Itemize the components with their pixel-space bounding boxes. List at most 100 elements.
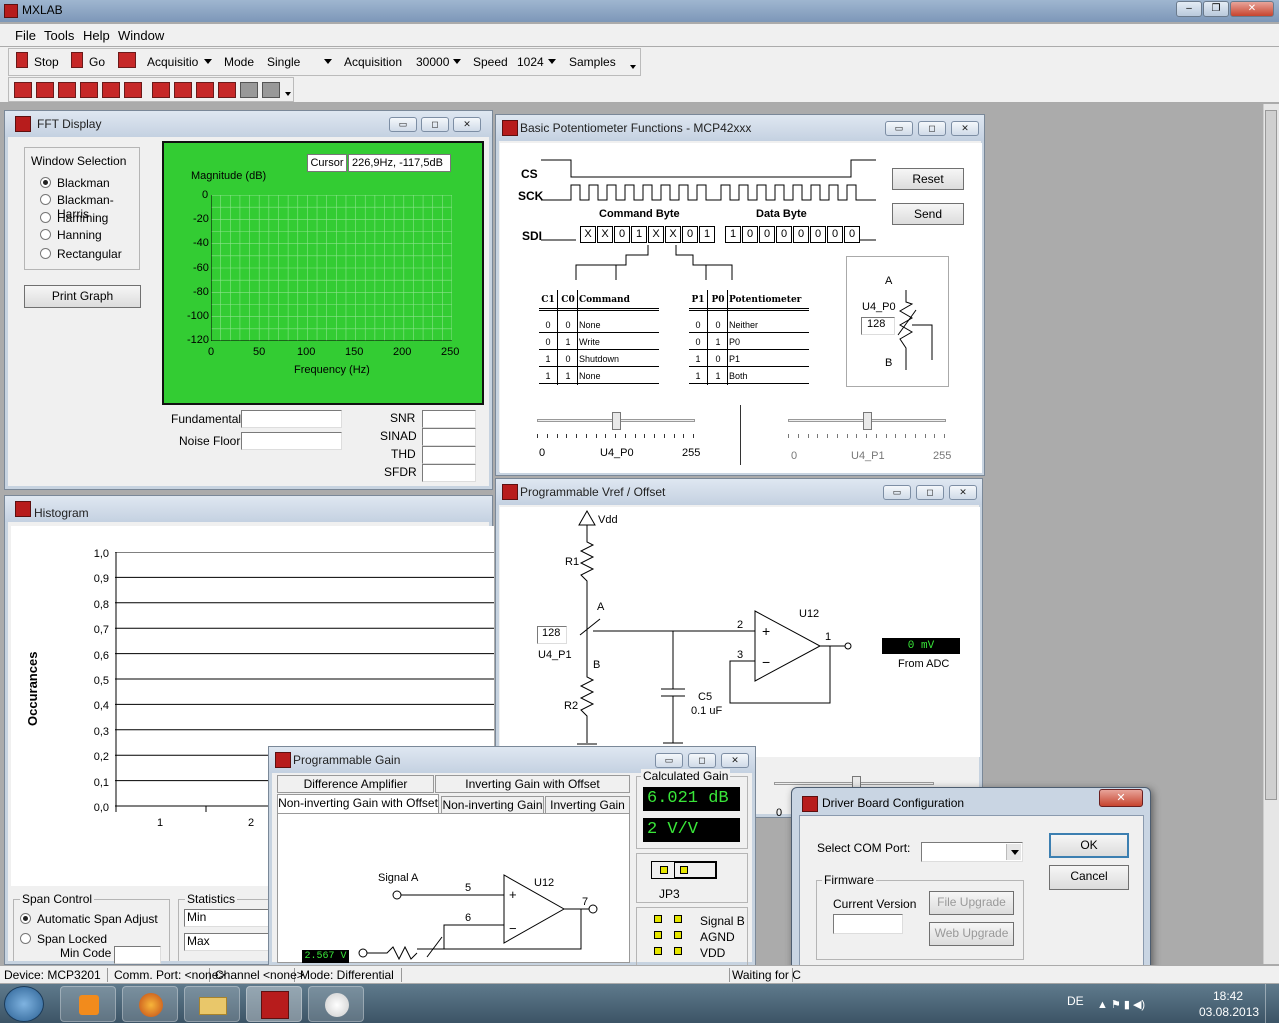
slider-u4-p0[interactable] (537, 412, 695, 440)
fft-close-button[interactable]: ✕ (453, 117, 481, 132)
slider-u4-p1[interactable] (788, 412, 946, 440)
radio-span-locked[interactable]: Span Locked (20, 932, 107, 946)
data-bit[interactable]: 0 (844, 226, 860, 243)
snr-field[interactable] (422, 410, 476, 428)
radio-rectangular[interactable]: Rectangular (40, 247, 122, 261)
stat-max-field[interactable]: Max (184, 933, 270, 951)
driver-close-button[interactable]: ✕ (1099, 789, 1143, 807)
go-button[interactable]: Go (89, 55, 105, 69)
minimize-button[interactable]: – (1176, 1, 1202, 17)
tab-difference-amplifier[interactable]: Difference Amplifier (277, 775, 434, 793)
close-button[interactable]: ✕ (1230, 1, 1274, 17)
pot-minimize-button[interactable]: ▭ (885, 121, 913, 136)
graph-icon-8[interactable] (174, 82, 192, 98)
thd-field[interactable] (422, 446, 476, 464)
graph-icon-2[interactable] (36, 82, 54, 98)
radio-automatic-span[interactable]: Automatic Span Adjust (20, 912, 158, 926)
graph-icon-7[interactable] (152, 82, 170, 98)
fft-maximize-button[interactable]: ◻ (421, 117, 449, 132)
send-button[interactable]: Send (892, 203, 964, 225)
taskbar-mxlab[interactable] (246, 986, 302, 1022)
taskbar-media-player[interactable] (60, 986, 116, 1022)
com-port-select[interactable] (921, 842, 1023, 862)
vref-close-button[interactable]: ✕ (949, 485, 977, 500)
cmd-bit[interactable]: 1 (631, 226, 647, 243)
acquisition-type-select[interactable]: Acquisitio (144, 51, 216, 71)
sinad-field[interactable] (422, 428, 476, 446)
tab-noninverting-gain-offset[interactable]: Non-inverting Gain with Offset (277, 794, 439, 814)
speed-select[interactable]: 1024 (514, 51, 560, 71)
restore-button[interactable]: ❐ (1203, 1, 1229, 17)
vref-pot-field[interactable]: 128 (537, 626, 567, 644)
cmd-bit[interactable]: 0 (682, 226, 698, 243)
radio-hanning[interactable]: Hanning (40, 228, 102, 242)
graph-icon-5[interactable] (102, 82, 120, 98)
data-bit[interactable]: 0 (759, 226, 775, 243)
acquisition-select[interactable]: 30000 (413, 51, 465, 71)
reset-button[interactable]: Reset (892, 168, 964, 190)
settings-icon[interactable] (118, 52, 136, 68)
graph-icon-4[interactable] (80, 82, 98, 98)
graph-icon-6[interactable] (124, 82, 142, 98)
pot-close-button[interactable]: ✕ (951, 121, 979, 136)
cmd-bit[interactable]: X (597, 226, 613, 243)
vref-maximize-button[interactable]: ◻ (916, 485, 944, 500)
taskbar-paint[interactable] (308, 986, 364, 1022)
tab-noninverting-gain[interactable]: Non-inverting Gain (441, 796, 544, 814)
menu-tools[interactable]: Tools (44, 28, 74, 43)
stop-button[interactable]: Stop (34, 55, 59, 69)
menu-window[interactable]: Window (118, 28, 164, 43)
data-bit[interactable]: 0 (776, 226, 792, 243)
gain-close-button[interactable]: ✕ (721, 753, 749, 768)
data-bit[interactable]: 0 (810, 226, 826, 243)
ok-button[interactable]: OK (1049, 833, 1129, 858)
cmd-bit[interactable]: X (648, 226, 664, 243)
tab-inverting-gain[interactable]: Inverting Gain (545, 796, 630, 814)
graph-icon-9[interactable] (196, 82, 214, 98)
data-bit[interactable]: 0 (827, 226, 843, 243)
menu-file[interactable]: File (15, 28, 36, 43)
vdc-icon[interactable] (218, 82, 236, 98)
cmd-bit[interactable]: X (580, 226, 596, 243)
mode-select[interactable]: Single (264, 51, 336, 71)
graph-icon-3[interactable] (58, 82, 76, 98)
tray-date[interactable]: 03.08.2013 (1199, 1005, 1259, 1019)
tray-time[interactable]: 18:42 (1213, 989, 1243, 1003)
tab-inverting-gain-offset[interactable]: Inverting Gain with Offset (435, 775, 630, 793)
data-bit[interactable]: 0 (742, 226, 758, 243)
toolbar-overflow-icon[interactable] (630, 65, 636, 69)
vref-minimize-button[interactable]: ▭ (883, 485, 911, 500)
taskbar-firefox[interactable] (122, 986, 178, 1022)
radio-hamming[interactable]: Hamming (40, 211, 108, 225)
print-graph-button[interactable]: Print Graph (24, 285, 141, 308)
graph-icon-11[interactable] (240, 82, 258, 98)
noise-floor-field[interactable] (241, 432, 342, 450)
current-version-field[interactable] (833, 914, 903, 934)
jp3-jumper[interactable] (651, 861, 717, 879)
cancel-button[interactable]: Cancel (1049, 865, 1129, 890)
cmd-bit[interactable]: X (665, 226, 681, 243)
gain-maximize-button[interactable]: ◻ (688, 753, 716, 768)
show-desktop-button[interactable] (1265, 984, 1279, 1023)
menu-help[interactable]: Help (83, 28, 110, 43)
taskbar-explorer[interactable] (184, 986, 240, 1022)
pot-maximize-button[interactable]: ◻ (918, 121, 946, 136)
sfdr-field[interactable] (422, 464, 476, 482)
cmd-bit[interactable]: 0 (614, 226, 630, 243)
toolbar2-overflow-icon[interactable] (285, 92, 291, 96)
gain-minimize-button[interactable]: ▭ (655, 753, 683, 768)
start-button[interactable] (4, 986, 44, 1022)
slider-thumb[interactable] (863, 412, 872, 430)
min-code-field[interactable] (114, 946, 161, 964)
chip-value-field[interactable]: 128 (861, 317, 895, 335)
graph-icon-12[interactable] (262, 82, 280, 98)
radio-blackman[interactable]: Blackman (40, 176, 110, 190)
com-port-dropdown-button[interactable] (1006, 844, 1021, 860)
fundamental-field[interactable] (241, 410, 342, 428)
tray-language[interactable]: DE (1067, 994, 1084, 1008)
cmd-bit[interactable]: 1 (699, 226, 715, 243)
fft-minimize-button[interactable]: ▭ (389, 117, 417, 132)
slider-thumb[interactable] (612, 412, 621, 430)
data-bit[interactable]: 0 (793, 226, 809, 243)
mdi-scroll-thumb[interactable] (1265, 110, 1277, 800)
